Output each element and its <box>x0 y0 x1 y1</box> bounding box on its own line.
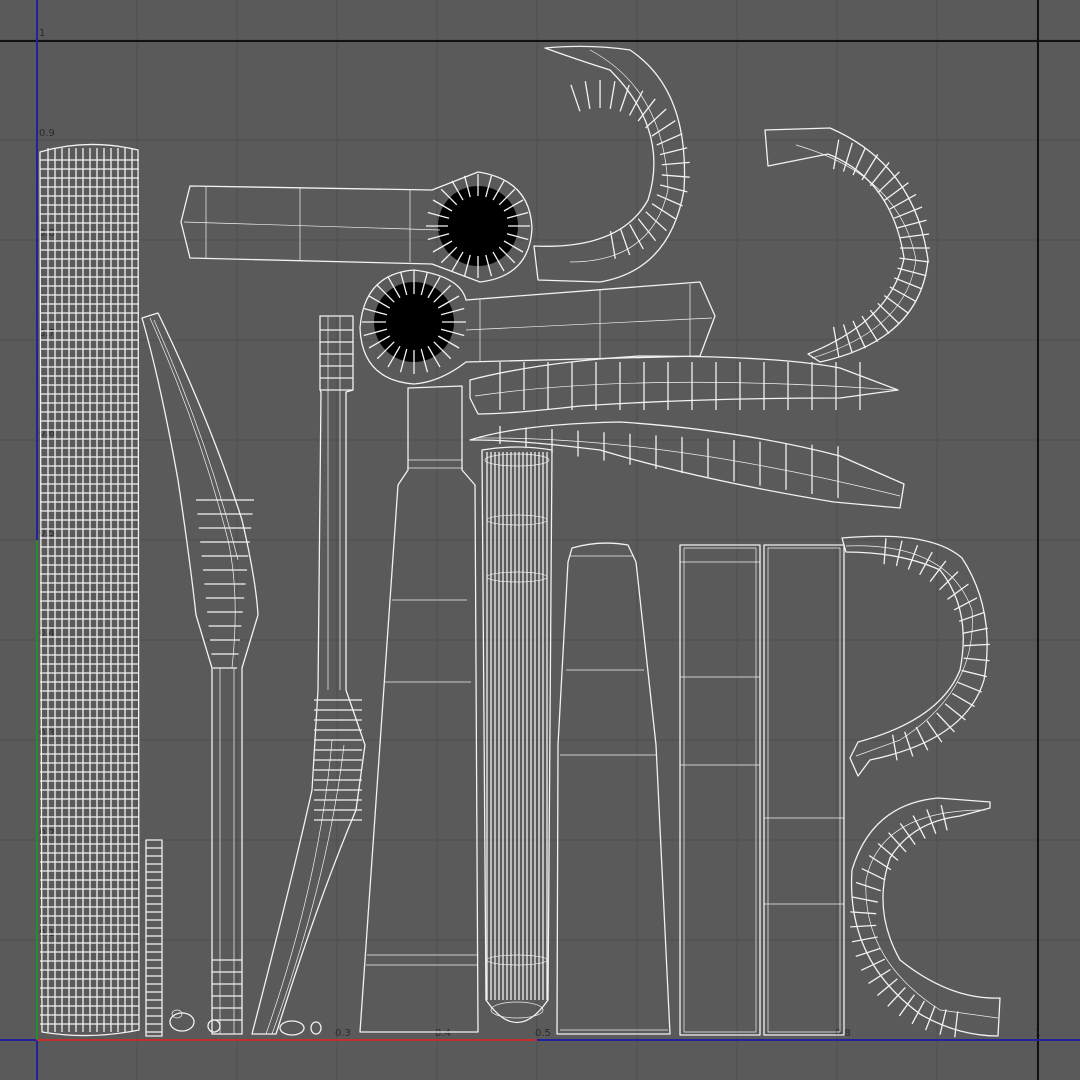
u-tick-label: 0.5 <box>535 1028 551 1039</box>
v-tick-label: 0.8 <box>39 228 55 239</box>
v-tick-label: 1 <box>39 28 45 39</box>
v-tick-label: 0.7 <box>39 328 55 339</box>
u-tick-label: 0.3 <box>335 1028 351 1039</box>
u-tick-label: 0.8 <box>835 1028 851 1039</box>
v-tick-label: 0.9 <box>39 128 55 139</box>
u-tick-label: 0.4 <box>435 1028 451 1039</box>
uv-editor-viewport[interactable]: 1 0.9 0.8 0.7 0.6 0.5 0.4 0.3 0.2 0.1 0.3 0.4 0.5 0.8… <box>0 0 1080 1080</box>
